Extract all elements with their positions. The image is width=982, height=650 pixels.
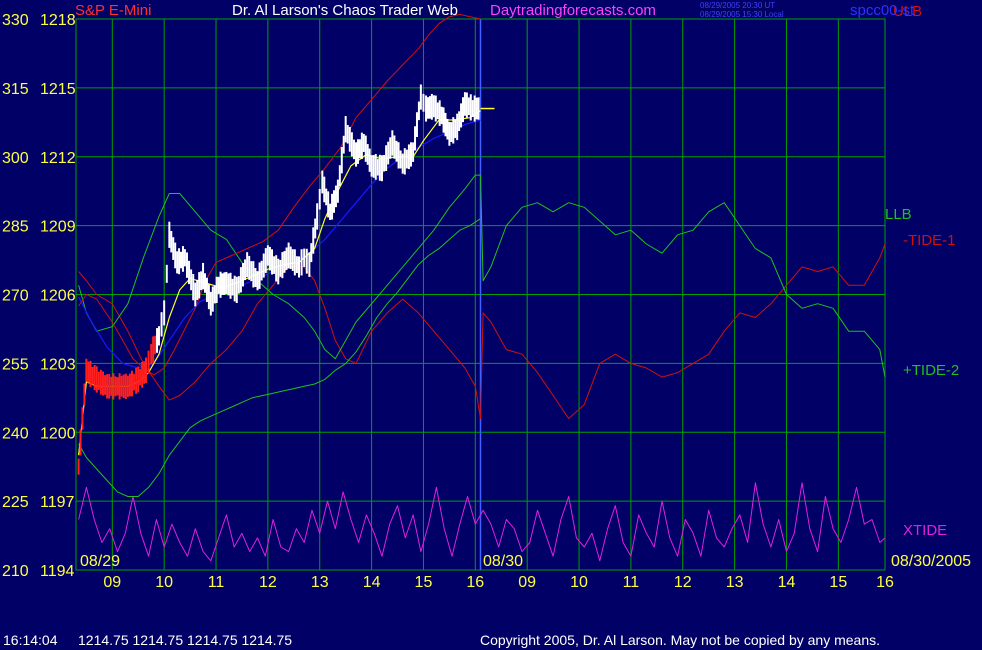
price-axis-label: 1203 [40,356,76,373]
page-title: Dr. Al Larson's Chaos Trader Web [232,2,459,19]
price-axis-label: 1194 [40,563,75,580]
price-axis-label: 1200 [40,425,76,442]
left-axis-label: 255 [2,356,29,373]
price-axis-label: 1212 [40,150,76,167]
ut-time: 08/29/2005 20:30 UT [700,1,776,10]
footer-time: 16:14:04 [3,632,58,648]
price-axis-label: 1218 [40,12,76,29]
symbol-code: spcc00-st [850,2,915,19]
x-tick-label: 10 [155,574,173,591]
xtide-label: XTIDE [903,522,947,539]
left-axis-label: 210 [2,563,29,580]
x-tick-label: 11 [623,574,640,591]
left-axis-label: 330 [2,12,29,29]
x-tick-label: 14 [363,574,381,591]
x-tick-label: 16 [876,574,894,591]
price-axis-label: 1209 [40,219,76,236]
left-axis-label: 270 [2,288,29,305]
site-link[interactable]: Daytradingforecasts.com [490,2,656,19]
x-tick-label: 15 [829,574,847,591]
x-tick-label: 13 [311,574,329,591]
price-axis-label: 1206 [40,288,76,305]
x-tick-label: 16 [466,574,484,591]
date-label: 08/30 [483,553,523,570]
x-tick-label: 12 [259,574,277,591]
price-axis-label: 1197 [40,494,75,511]
left-axis-label: 240 [2,425,29,442]
left-axis-label: 315 [2,81,29,98]
llb-label: LLB [885,206,912,223]
x-tick-label: 09 [518,574,536,591]
x-tick-label: 10 [570,574,588,591]
date-label: 08/29 [80,553,120,570]
timestamp-block: 08/29/2005 20:30 UT 08/29/2005 15:30 Loc… [700,1,784,19]
left-axis-label: 300 [2,150,29,167]
x-tick-label: 14 [778,574,796,591]
x-tick-label: 12 [674,574,692,591]
price-axis-label: 1215 [40,81,76,98]
local-time: 08/29/2005 15:30 Local [700,10,784,19]
x-tick-label: 13 [726,574,744,591]
tide-2-label: +TIDE-2 [903,362,959,379]
date-label: 08/30/2005 [891,553,971,570]
chart-canvas: 330 1218315 1215300 1212285 1209270 1206255 12… [0,0,982,650]
left-axis-label: 285 [2,219,29,236]
tide-1-label: -TIDE-1 [903,232,956,249]
footer-copyright: Copyright 2005, Dr. Al Larson. May not b… [480,632,881,648]
left-axis-label: 225 [2,494,29,511]
x-tick-label: 15 [415,574,433,591]
x-tick-label: 09 [103,574,121,591]
footer-quote: 1214.75 1214.75 1214.75 1214.75 [78,632,293,648]
x-tick-label: 11 [208,574,225,591]
instrument-label: S&P E-Mini [75,2,152,19]
